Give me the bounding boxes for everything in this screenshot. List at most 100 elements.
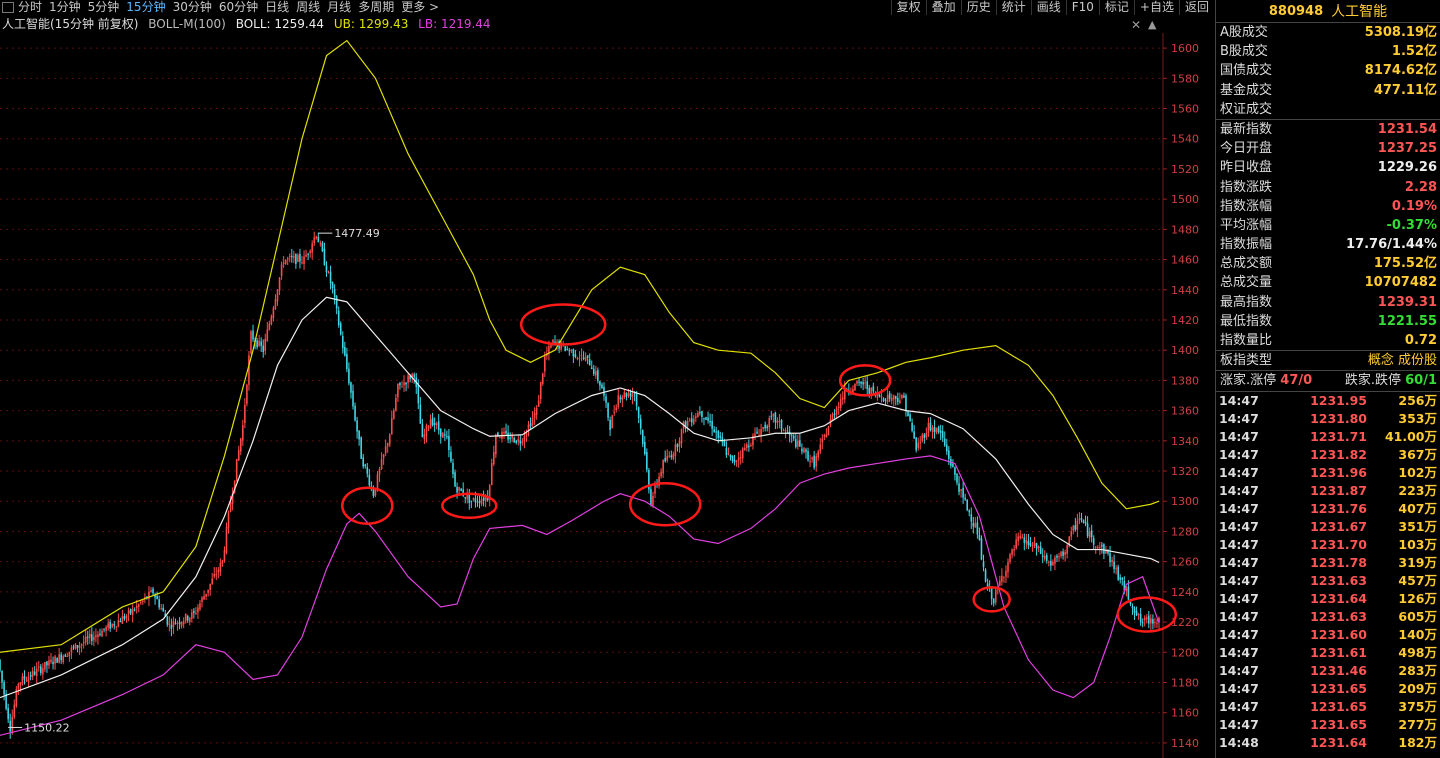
tick-p: 1231.67 — [1310, 518, 1367, 534]
tick-list[interactable]: 14:47 1231.95 256万 14:47 1231.80 353万 14:47 123… — [1216, 392, 1440, 752]
candle-body — [78, 645, 81, 649]
candle-body — [807, 451, 809, 461]
tick-t: 14:47 — [1219, 626, 1259, 642]
tool-button-5[interactable]: F10 — [1065, 0, 1099, 15]
candle-body — [933, 427, 936, 433]
tick-p: 1231.95 — [1310, 392, 1367, 408]
period-tab-6[interactable]: 日线 — [265, 0, 289, 15]
candle-body — [729, 454, 732, 458]
period-tab-7[interactable]: 周线 — [296, 0, 320, 15]
ub-value: UB: 1299.43 — [333, 17, 409, 31]
period-tab-3[interactable]: 15分钟 — [126, 0, 165, 15]
candle-body — [660, 471, 662, 477]
tick-vol: 182万 — [1398, 734, 1437, 750]
period-tab-0[interactable]: 分时 — [18, 0, 42, 15]
candle-body — [305, 254, 307, 257]
close-icon[interactable]: ✕ — [1131, 18, 1141, 32]
candle-body — [621, 396, 624, 401]
candle-body — [654, 484, 656, 494]
period-tab-8[interactable]: 月线 — [327, 0, 351, 15]
candle-body — [592, 368, 595, 375]
price-chart[interactable]: 1140116011801200122012401260128013001320… — [0, 33, 1214, 758]
candle-body — [1139, 614, 1142, 623]
candle-body — [235, 458, 238, 482]
tool-button-7[interactable]: +自选 — [1133, 0, 1179, 15]
candle-body — [474, 498, 477, 503]
tick-vol: 319万 — [1398, 554, 1437, 570]
candle-body — [188, 617, 191, 623]
tick-row: 14:47 1231.65 277万 — [1216, 716, 1440, 734]
period-tab-10[interactable]: 更多 > — [401, 0, 439, 15]
candle-body — [193, 610, 195, 613]
candle-body — [509, 437, 511, 440]
candle-body — [337, 310, 340, 326]
candle-body — [297, 255, 299, 262]
candle-body — [286, 258, 289, 260]
tool-button-8[interactable]: 返回 — [1178, 0, 1214, 15]
tick-p: 1231.64 — [1310, 590, 1367, 606]
y-tick-label: 1460 — [1171, 254, 1199, 267]
index-row-11-label: 指数量比 — [1220, 333, 1273, 348]
tick-p: 1231.61 — [1310, 644, 1367, 660]
index-row-1-label: 今日开盘 — [1220, 141, 1273, 157]
period-tab-1[interactable]: 1分钟 — [49, 0, 81, 15]
candle-body — [1072, 526, 1075, 531]
candle-body — [19, 682, 22, 685]
candle-body — [641, 430, 644, 444]
candle-body — [819, 444, 822, 452]
candle-body — [227, 512, 230, 529]
candle-body — [178, 622, 181, 624]
candle-body — [27, 676, 30, 682]
candle-body — [117, 620, 120, 627]
candle-body — [99, 633, 101, 636]
y-tick-label: 1440 — [1171, 284, 1199, 297]
layout-icon[interactable] — [2, 2, 14, 13]
candle-body — [499, 437, 501, 439]
candle-body — [597, 370, 599, 382]
candle-body — [803, 448, 805, 453]
candle-body — [62, 656, 65, 663]
stat-row-2-label: 国债成交 — [1220, 63, 1273, 79]
board-type-link[interactable]: 概念 成份股 — [1368, 351, 1437, 370]
candle-body — [666, 455, 669, 461]
index-row-4-label: 指数涨幅 — [1220, 198, 1273, 214]
tool-button-6[interactable]: 标记 — [1098, 0, 1134, 15]
candle-body — [635, 393, 638, 406]
tick-vol: 498万 — [1398, 644, 1437, 660]
candle-body — [943, 438, 946, 446]
candle-body — [425, 425, 428, 436]
tick-row: 14:47 1231.65 375万 — [1216, 698, 1440, 716]
candle-body — [1137, 613, 1140, 615]
period-tab-9[interactable]: 多周期 — [358, 0, 394, 15]
candle-body — [435, 423, 438, 425]
period-tab-4[interactable]: 30分钟 — [173, 0, 212, 15]
candle-body — [731, 455, 734, 461]
tool-button-4[interactable]: 画线 — [1030, 0, 1066, 15]
candle-body — [856, 380, 858, 384]
scroll-up-icon[interactable]: ▲ — [1148, 18, 1156, 31]
candle-body — [992, 599, 995, 604]
candle-body — [611, 415, 613, 429]
candle-body — [1084, 521, 1087, 524]
period-tab-5[interactable]: 60分钟 — [219, 0, 258, 15]
candle-body — [746, 444, 748, 449]
markup-circle — [519, 303, 607, 346]
tool-button-1[interactable]: 叠加 — [925, 0, 961, 15]
index-code: 880948 — [1268, 3, 1324, 19]
y-tick-label: 1380 — [1171, 374, 1199, 387]
tool-button-3[interactable]: 统计 — [995, 0, 1031, 15]
y-tick-label: 1200 — [1171, 646, 1199, 659]
candle-body — [697, 412, 699, 418]
indicator-name[interactable]: BOLL-M(100) — [148, 17, 226, 31]
candle-body — [643, 442, 646, 455]
candle-body — [590, 367, 593, 370]
tick-row: 14:48 1231.64 182万 — [1216, 734, 1440, 752]
candle-body — [152, 588, 154, 594]
candle-body — [1062, 551, 1064, 556]
candle-body — [1113, 561, 1115, 569]
tool-button-0[interactable]: 复权 — [890, 0, 926, 15]
period-tab-2[interactable]: 5分钟 — [88, 0, 120, 15]
candle-body — [617, 395, 620, 407]
tool-button-2[interactable]: 历史 — [960, 0, 996, 15]
candle-body — [131, 608, 134, 616]
